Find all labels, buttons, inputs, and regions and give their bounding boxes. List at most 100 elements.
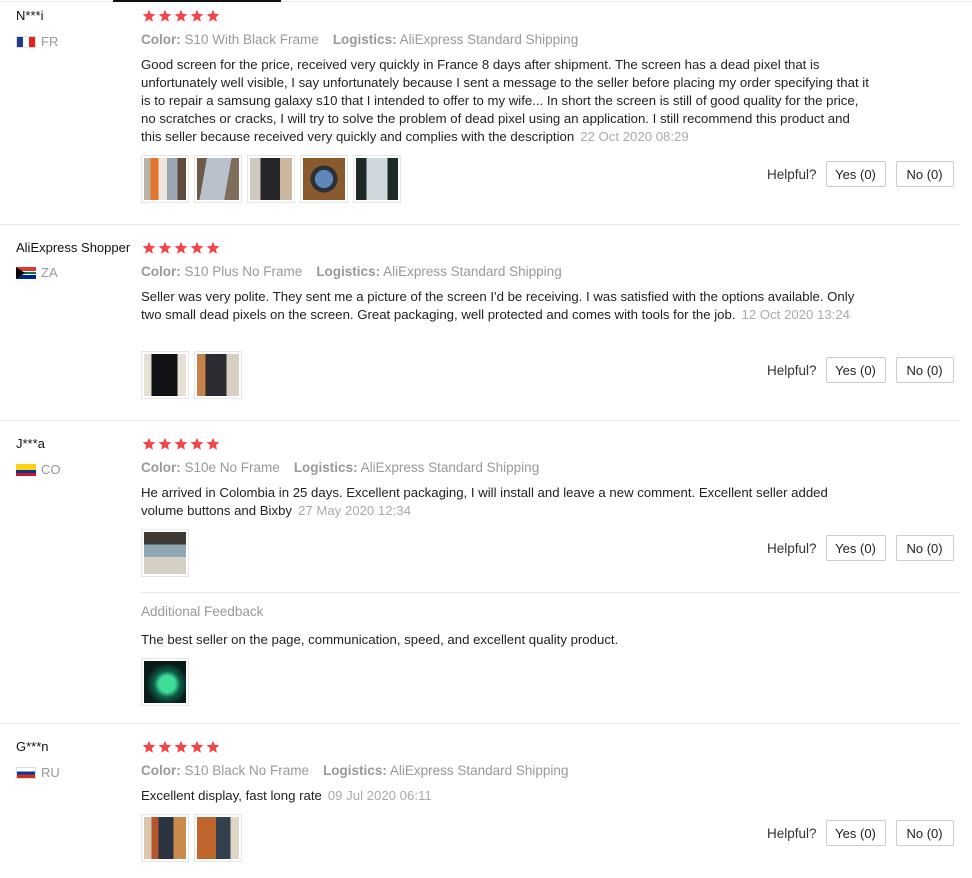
review-date: 12 Oct 2020 13:24 [741, 307, 851, 322]
review-photos [141, 814, 242, 862]
helpful-label: Helpful? [767, 825, 817, 841]
helpful-no-button[interactable]: No (0) [895, 820, 954, 846]
reviewer-country: FR [16, 34, 58, 49]
color-label: Color: [141, 264, 181, 279]
review-attributes: Color: S10 Plus No Frame Logistics: AliEx… [141, 264, 562, 279]
logistics-value: AliExpress Standard Shipping [389, 763, 569, 778]
star-icon [206, 241, 220, 255]
reviewer-name: N***i [16, 8, 44, 23]
reviewer-country: ZA [16, 265, 58, 280]
review-date: 09 Jul 2020 06:11 [327, 788, 432, 803]
review-photo[interactable] [194, 814, 242, 862]
helpful-yes-button[interactable]: Yes (0) [825, 535, 886, 561]
star-icon [206, 9, 220, 23]
review-divider [0, 224, 960, 225]
country-code: RU [41, 765, 60, 780]
review-photo[interactable] [247, 155, 295, 203]
logistics-label: Logistics: [332, 32, 397, 47]
star-icon [158, 9, 172, 23]
review-date: 22 Oct 2020 08:29 [580, 129, 689, 144]
reviewer-country: CO [16, 462, 61, 477]
color-value: S10 Plus No Frame [184, 264, 303, 279]
star-icon [190, 241, 204, 255]
star-icon [158, 241, 172, 255]
helpful-controls: Helpful? Yes (0) No (0) [767, 820, 954, 846]
logistics-value: AliExpress Standard Shipping [383, 264, 562, 279]
review-photo[interactable] [141, 658, 189, 706]
star-icon [190, 437, 204, 451]
helpful-controls: Helpful? Yes (0) No (0) [767, 357, 954, 383]
star-icon [174, 9, 188, 23]
star-icon [142, 437, 156, 451]
star-icon [206, 740, 220, 754]
review-photo[interactable] [300, 155, 348, 203]
logistics-value: AliExpress Standard Shipping [399, 32, 579, 47]
review-text: Excellent display, fast long rate 09 Jul … [141, 787, 871, 805]
review-photos [141, 529, 189, 577]
review-body: Good screen for the price, received very… [141, 57, 869, 144]
review-photo[interactable] [141, 814, 189, 862]
color-value: S10 With Black Frame [184, 32, 319, 47]
review-photos [141, 351, 242, 399]
review-text: Seller was very polite. They sent me a p… [141, 288, 871, 324]
color-label: Color: [141, 763, 181, 778]
review-photo[interactable] [353, 155, 401, 203]
star-icon [142, 740, 156, 754]
flag-ru-icon [16, 766, 36, 779]
additional-feedback-label: Additional Feedback [141, 604, 264, 619]
review-divider [0, 420, 960, 421]
reviewer-name: AliExpress Shopper [16, 240, 131, 255]
star-rating [142, 740, 220, 754]
review-photo[interactable] [141, 155, 189, 203]
review-photo[interactable] [194, 155, 242, 203]
helpful-label: Helpful? [767, 166, 817, 182]
star-icon [206, 437, 220, 451]
review-date: 27 May 2020 12:34 [298, 503, 411, 518]
helpful-no-button[interactable]: No (0) [895, 535, 954, 561]
star-icon [190, 740, 204, 754]
review-body: Excellent display, fast long rate [141, 788, 322, 803]
logistics-label: Logistics: [293, 460, 358, 475]
star-icon [158, 437, 172, 451]
helpful-label: Helpful? [767, 362, 817, 378]
flag-fr-icon [16, 35, 36, 48]
review-body: He arrived in Colombia in 25 days. Excel… [141, 485, 828, 518]
helpful-label: Helpful? [767, 540, 817, 556]
active-tab-indicator [113, 0, 281, 2]
star-icon [158, 740, 172, 754]
flag-za-icon [16, 266, 36, 279]
review-photo[interactable] [141, 351, 189, 399]
review-text: He arrived in Colombia in 25 days. Excel… [141, 484, 871, 520]
star-rating [142, 9, 220, 23]
review-photo[interactable] [194, 351, 242, 399]
additional-feedback-photos [141, 658, 189, 706]
reviewer-country: RU [16, 765, 60, 780]
color-value: S10e No Frame [184, 460, 280, 475]
helpful-yes-button[interactable]: Yes (0) [825, 820, 886, 846]
color-label: Color: [141, 460, 181, 475]
helpful-no-button[interactable]: No (0) [895, 161, 954, 187]
country-code: ZA [41, 265, 58, 280]
logistics-label: Logistics: [316, 264, 381, 279]
helpful-controls: Helpful? Yes (0) No (0) [767, 161, 954, 187]
review-photo[interactable] [141, 529, 189, 577]
review-photos [141, 155, 401, 203]
helpful-yes-button[interactable]: Yes (0) [825, 357, 886, 383]
star-rating [142, 437, 220, 451]
reviewer-name: G***n [16, 739, 49, 754]
logistics-label: Logistics: [323, 763, 387, 778]
additional-feedback-divider [141, 592, 960, 593]
country-code: FR [41, 34, 59, 49]
star-rating [142, 241, 220, 255]
star-icon [142, 241, 156, 255]
star-icon [142, 9, 156, 23]
star-icon [174, 241, 188, 255]
star-icon [190, 9, 204, 23]
helpful-controls: Helpful? Yes (0) No (0) [767, 535, 954, 561]
logistics-value: AliExpress Standard Shipping [360, 460, 540, 475]
helpful-yes-button[interactable]: Yes (0) [825, 161, 886, 187]
helpful-no-button[interactable]: No (0) [895, 357, 954, 383]
color-label: Color: [141, 32, 181, 47]
review-attributes: Color: S10e No Frame Logistics: AliExpres… [141, 460, 539, 475]
flag-co-icon [16, 463, 36, 476]
